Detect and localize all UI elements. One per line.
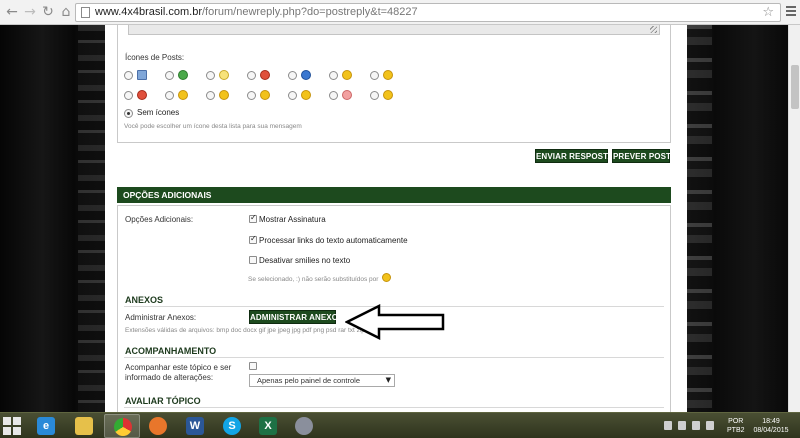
no-icon-radio[interactable] <box>124 109 133 118</box>
taskbar: e W S X POR PTB2 18:49 08/04/2015 <box>0 412 800 438</box>
subscription-mode-value: Apenas pelo painel de controle <box>257 376 360 385</box>
embarrassed-icon <box>301 90 311 100</box>
subscribe-checkbox[interactable] <box>249 362 257 370</box>
mad-icon <box>260 70 270 80</box>
smile-icon <box>382 273 391 282</box>
post-icon-option[interactable] <box>329 89 369 103</box>
post-icon-option[interactable] <box>370 89 410 103</box>
parse-links-label: Processar links do texto automaticamente <box>259 236 408 245</box>
page-icon <box>81 7 90 18</box>
back-arrow-icon[interactable]: ← <box>4 4 20 20</box>
post-icon-option[interactable] <box>288 89 328 103</box>
post-doc-icon <box>137 70 147 80</box>
post-icon-option[interactable] <box>124 69 164 83</box>
web-page: Ícones de Posts: Sem ícones Você pode es… <box>0 25 800 412</box>
no-icon-label: Sem ícones <box>137 108 180 117</box>
browser-toolbar: ← → ↻ ⌂ www.4x4brasil.com.br/forum/newre… <box>0 0 800 25</box>
background-right <box>686 25 800 412</box>
menu-icon[interactable] <box>786 6 796 18</box>
additional-options-header: OPÇÕES ADICIONAIS <box>117 187 671 203</box>
manage-attachments-label: Administrar Anexos: <box>125 313 197 322</box>
input-language[interactable]: POR PTB2 <box>727 417 745 435</box>
clock[interactable]: 18:49 08/04/2015 <box>752 417 790 435</box>
reply-form: Ícones de Posts: Sem ícones Você pode es… <box>105 25 687 412</box>
annotation-arrow-icon <box>345 304 445 340</box>
disable-smilies-label: Desativar smilies no texto <box>259 256 351 265</box>
thumbs-up-icon <box>383 90 393 100</box>
manage-attachments-button[interactable]: ADMINISTRAR ANEXOS <box>249 310 343 324</box>
background-left <box>0 25 108 412</box>
volume-icon <box>706 421 714 430</box>
flag-icon <box>678 421 686 430</box>
smilies-hint: Se selecionado, :) não serão substituído… <box>248 276 379 283</box>
forward-arrow-icon[interactable]: → <box>22 4 38 20</box>
post-icon-option[interactable] <box>206 69 246 83</box>
post-icons-label: Ícones de Posts: <box>125 53 185 62</box>
resize-grip-icon[interactable] <box>650 26 657 33</box>
subscribe-label-line1: Acompanhar este tópico e ser <box>125 363 232 372</box>
smile-green-icon <box>178 70 188 80</box>
windows-start-icon[interactable] <box>3 417 21 435</box>
clock-date: 08/04/2015 <box>753 427 789 434</box>
subscribe-label-line2: informado de alterações: <box>125 373 214 382</box>
message-textarea[interactable] <box>128 25 660 35</box>
post-icon-option[interactable] <box>329 69 369 83</box>
frown-icon <box>260 90 270 100</box>
excel-icon[interactable]: X <box>250 414 286 438</box>
additional-options-label: Opções Adicionais: <box>125 215 194 224</box>
valid-extensions-text: Extensões válidas de arquivos: bmp doc d… <box>125 327 365 334</box>
system-tray[interactable] <box>660 419 724 433</box>
post-icon-option[interactable] <box>288 69 328 83</box>
chrome-icon[interactable] <box>104 414 140 438</box>
battery-icon <box>692 421 700 430</box>
chevron-down-icon: ▼ <box>385 376 391 384</box>
tracking-header: ACOMPANHAMENTO <box>125 346 217 356</box>
internet-explorer-icon[interactable]: e <box>28 414 64 438</box>
cool-icon <box>342 70 352 80</box>
post-icon-option[interactable] <box>206 89 246 103</box>
divider <box>124 407 664 408</box>
smile-icon <box>383 70 393 80</box>
show-signature-checkbox[interactable] <box>249 213 257 223</box>
word-icon[interactable]: W <box>177 414 213 438</box>
question-icon <box>301 70 311 80</box>
post-icons-hint: Você pode escolher um ícone desta lista … <box>124 123 302 130</box>
bookmark-star-icon[interactable]: ☆ <box>762 5 774 20</box>
post-icon-option[interactable] <box>165 89 205 103</box>
angry-icon <box>137 90 147 100</box>
grin-icon <box>178 90 188 100</box>
post-icon-option[interactable] <box>247 69 287 83</box>
post-icon-option[interactable] <box>370 69 410 83</box>
home-icon[interactable]: ⌂ <box>58 4 74 20</box>
paint-icon[interactable] <box>286 414 322 438</box>
show-signature-label: Mostrar Assinatura <box>259 215 326 224</box>
firefox-icon[interactable] <box>140 414 176 438</box>
disable-smilies-checkbox[interactable] <box>249 256 257 264</box>
reload-icon[interactable]: ↻ <box>40 4 56 20</box>
url-text[interactable]: www.4x4brasil.com.br/forum/newreply.php?… <box>95 6 418 18</box>
post-icon-option[interactable] <box>124 89 164 103</box>
subscription-mode-select[interactable]: Apenas pelo painel de controle ▼ <box>249 374 395 387</box>
skype-icon[interactable]: S <box>214 414 250 438</box>
post-icon-option[interactable] <box>165 69 205 83</box>
redface-icon <box>342 90 352 100</box>
attachments-header: ANEXOS <box>125 295 164 305</box>
rate-thread-header: AVALIAR TÓPICO <box>125 396 201 406</box>
network-icon <box>664 421 672 430</box>
lightbulb-icon <box>219 70 229 80</box>
file-explorer-icon[interactable] <box>66 414 102 438</box>
divider <box>124 357 664 358</box>
post-icons-box: Ícones de Posts: Sem ícones Você pode es… <box>117 25 671 143</box>
clock-time: 18:49 <box>762 418 780 425</box>
scrollbar-thumb[interactable] <box>791 65 799 109</box>
tongue-icon <box>219 90 229 100</box>
parse-links-checkbox[interactable] <box>249 234 257 244</box>
page-scrollbar[interactable] <box>788 25 800 412</box>
address-bar[interactable]: www.4x4brasil.com.br/forum/newreply.php?… <box>75 3 781 22</box>
send-reply-button[interactable]: ENVIAR RESPOSTA <box>535 149 613 163</box>
preview-post-button[interactable]: PREVER POST <box>612 149 671 163</box>
post-icon-option[interactable] <box>247 89 287 103</box>
